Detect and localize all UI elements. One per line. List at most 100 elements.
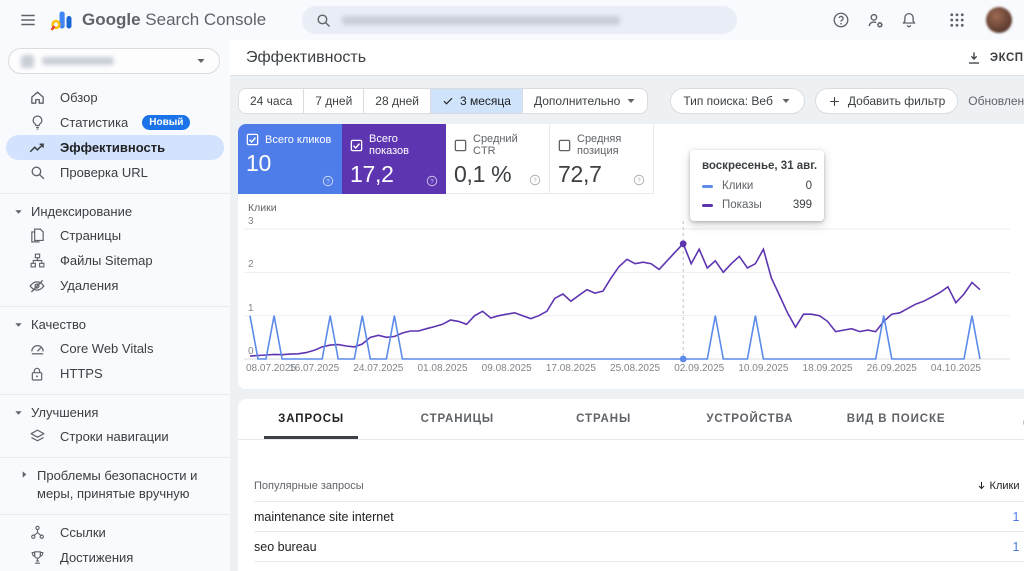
sidebar-item-проверка-url[interactable]: Проверка URL [6,160,224,185]
help-icon[interactable] [826,5,856,35]
column-header-impressions[interactable]: Показы [1019,480,1024,492]
bell-icon[interactable] [894,5,924,35]
sidebar-item-эффективность[interactable]: Эффективность [6,135,224,160]
sidebar-item-ссылки[interactable]: Ссылки [6,520,224,545]
x-axis-tick: 25.08.2025 [610,363,661,374]
tab-запросы[interactable]: ЗАПРОСЫ [238,399,384,439]
clicks-cell[interactable]: 1 [904,510,1020,524]
clicks-cell[interactable]: 1 [904,540,1020,554]
home-icon [28,89,46,107]
legend-dash-icon [702,184,713,188]
help-icon[interactable]: ? [630,171,648,189]
tooltip-value: 399 [792,199,812,211]
search-type-filter[interactable]: Тип поиска: Веб [670,88,805,114]
sidebar-item-label: Статистика [60,115,129,130]
sidebar-section-header[interactable]: Индексирование [0,199,230,223]
impressions-cell[interactable]: 2 651 [1019,510,1024,524]
tooltip-label: Показы [722,199,762,211]
date-range-3-месяца[interactable]: 3 месяца [429,89,522,113]
unchecked-checkbox[interactable] [454,139,467,152]
tooltip-row: Показы 399 [702,199,812,211]
add-filter-button[interactable]: Добавить фильтр [814,88,959,114]
export-button[interactable]: ЭКСПОРТИРОВАТЬ [966,50,1024,66]
magnifier-icon [28,164,46,182]
avatar[interactable] [986,7,1012,33]
x-axis-tick: 26.09.2025 [866,363,917,374]
column-header-queries[interactable]: Популярные запросы [254,480,904,492]
sidebar-item-https[interactable]: HTTPS [6,361,224,386]
impressions-cell[interactable]: 153 [1019,540,1024,554]
sidebar-item-страницы[interactable]: Страницы [6,223,224,248]
tooltip-label: Клики [722,180,754,192]
sidebar-section: СсылкиДостиженияНастройки [0,514,230,571]
tab-даты[interactable]: ДАТЫ [969,399,1024,439]
apps-grid-icon[interactable] [942,5,972,35]
section-label: Улучшения [31,405,99,420]
query-cell: maintenance site internet [254,509,394,524]
sidebar-item-label: Удаления [60,278,119,293]
sidebar-section-header[interactable]: Качество [0,312,230,336]
column-header-clicks[interactable]: Клики [904,480,1019,492]
account-settings-icon[interactable] [860,5,890,35]
sidebar-item-проблемы-безопасности-и-меры-п[interactable]: Проблемы безопасности и меры, принятые в… [6,463,224,506]
sidebar-item-label: Файлы Sitemap [60,253,153,268]
chevron-down-icon [195,55,207,67]
sidebar: Обзор Статистика Новый Эффективность Проверк… [0,40,230,571]
checked-checkbox[interactable] [350,139,363,152]
filter-bar: 24 часа 7 дней 28 дней 3 месяца Дополнительн… [238,88,1024,114]
table-header-row: Популярные запросы Клики Показы [254,470,1024,502]
main-panel: Эффективность ЭКСПОРТИРОВАТЬ 24 часа7 дн… [230,40,1024,571]
sidebar-item-достижения[interactable]: Достижения [6,545,224,570]
triangle-down-icon [14,408,23,417]
date-range-group: 24 часа 7 дней 28 дней 3 месяца Дополнительн… [238,88,649,114]
metric-card-0[interactable]: Всего кликов 10? [238,124,342,194]
property-selector[interactable] [8,48,220,74]
sidebar-item-label: Эффективность [60,140,166,155]
sidebar-section: Проблемы безопасности и меры, принятые в… [0,457,230,511]
chevron-down-icon [626,96,636,106]
global-search-input[interactable] [302,6,738,34]
table-row[interactable]: seo bureau 1153 [254,532,1024,562]
date-range-7-дней[interactable]: 7 дней [303,89,363,113]
legend-dash-icon [702,203,713,207]
hamburger-menu-icon[interactable] [14,6,42,34]
help-icon[interactable]: ? [423,172,441,190]
date-range-more-button[interactable]: Дополнительно [521,89,647,113]
left-axis-tick: 2 [248,259,254,271]
unchecked-checkbox[interactable] [558,139,571,152]
triangle-down-icon [14,207,23,216]
sidebar-item-удаления[interactable]: Удаления [6,273,224,298]
sidebar-item-core-web-vitals[interactable]: Core Web Vitals [6,336,224,361]
tab-страны[interactable]: СТРАНЫ [531,399,677,439]
x-axis-tick: 04.10.2025 [930,363,981,374]
dimensions-card: ЗАПРОСЫ СТРАНИЦЫ СТРАНЫ УСТРОЙСТВА ВИД В ПОИ… [238,399,1024,571]
metric-card-1[interactable]: Всего показов 17,2 тыс.? [342,124,446,214]
metric-card-2[interactable]: Средний CTR 0,1 %? [446,124,550,194]
metric-card-3[interactable]: Средняя позиция 72,7? [550,124,654,194]
lightbulb-icon [28,114,46,132]
x-axis-tick: 24.07.2025 [353,363,404,374]
sidebar-section-header[interactable]: Улучшения [0,400,230,424]
time-series-chart[interactable]: КликиПоказы0123015030045008.07.202516.07… [238,194,1024,389]
tab-вид-в-поиске[interactable]: ВИД В ПОИСКЕ [823,399,969,439]
tab-устройства[interactable]: УСТРОЙСТВА [677,399,823,439]
sidebar-item-label: Ссылки [60,525,106,541]
date-range-24-часа[interactable]: 24 часа [239,89,303,113]
help-icon[interactable]: ? [319,172,337,190]
help-icon[interactable]: ? [526,171,544,189]
left-axis-tick: 1 [248,302,254,314]
sidebar-section: Обзор Статистика Новый Эффективность Проверк… [0,80,230,190]
product-logo[interactable]: Google Search Console [50,8,266,32]
page-title: Эффективность [246,48,367,66]
sidebar-item-label: Обзор [60,90,98,105]
date-range-28-дней[interactable]: 28 дней [363,89,430,113]
sidebar-item-обзор[interactable]: Обзор [6,85,224,110]
tab-страницы[interactable]: СТРАНИЦЫ [384,399,530,439]
sidebar-section: Качество Core Web Vitals HTTPS [0,306,230,391]
checked-checkbox[interactable] [246,133,259,146]
sidebar-item-статистика[interactable]: Статистика Новый [6,110,224,135]
sidebar-item-файлы-sitemap[interactable]: Файлы Sitemap [6,248,224,273]
sidebar-item-строки-навигации[interactable]: Строки навигации [6,424,224,449]
svg-text:?: ? [637,177,641,184]
table-row[interactable]: maintenance site internet 12 651 [254,502,1024,532]
